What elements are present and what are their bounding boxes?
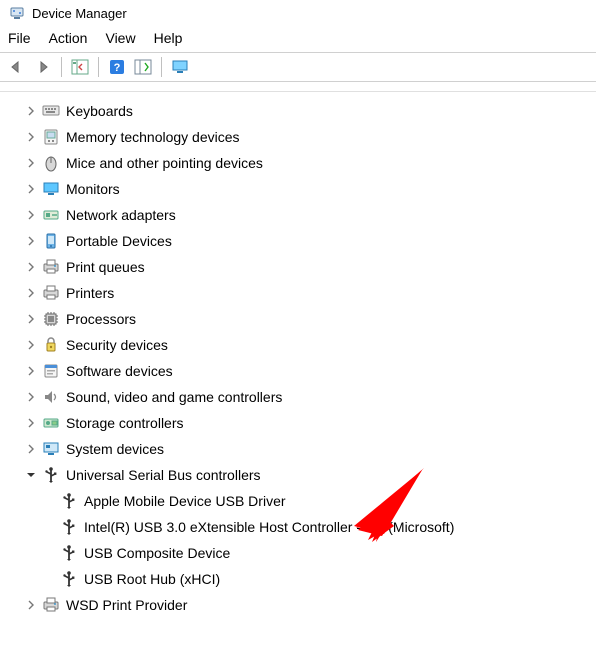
tree-node[interactable]: Keyboards: [4, 98, 596, 124]
tree-node[interactable]: Storage controllers: [4, 410, 596, 436]
mouse-icon: [42, 154, 60, 172]
expand-icon[interactable]: [24, 312, 38, 326]
tree-node[interactable]: Network adapters: [4, 202, 596, 228]
expand-icon[interactable]: [24, 208, 38, 222]
usb-icon: [60, 518, 78, 536]
tree-node-label: Processors: [64, 311, 136, 327]
app-icon: [8, 4, 26, 22]
tree-node[interactable]: Mice and other pointing devices: [4, 150, 596, 176]
tree-node[interactable]: WSD Print Provider: [4, 592, 596, 618]
software-icon: [42, 362, 60, 380]
menu-help[interactable]: Help: [154, 30, 183, 46]
tree-node-label: Portable Devices: [64, 233, 172, 249]
titlebar: Device Manager: [0, 0, 596, 26]
tree-node[interactable]: Printers: [4, 280, 596, 306]
tree-node[interactable]: Memory technology devices: [4, 124, 596, 150]
tree-node[interactable]: Security devices: [4, 332, 596, 358]
system-icon: [42, 440, 60, 458]
usb-icon: [60, 492, 78, 510]
tree-node-label: Printers: [64, 285, 114, 301]
tree-node-label: Keyboards: [64, 103, 133, 119]
content-separator: [0, 82, 596, 92]
storage-icon: [42, 414, 60, 432]
expand-icon[interactable]: [24, 104, 38, 118]
expand-icon[interactable]: [24, 598, 38, 612]
monitor-button[interactable]: [169, 56, 191, 78]
cpu-icon: [42, 310, 60, 328]
tree-child-node[interactable]: USB Composite Device: [4, 540, 596, 566]
tree-node-label: Intel(R) USB 3.0 eXtensible Host Control…: [82, 519, 454, 535]
tree-node-label: Storage controllers: [64, 415, 184, 431]
tree-node-label: Monitors: [64, 181, 120, 197]
toolbar-separator: [61, 57, 62, 77]
window-title: Device Manager: [32, 6, 127, 21]
security-icon: [42, 336, 60, 354]
back-button[interactable]: [6, 56, 28, 78]
menu-action[interactable]: Action: [49, 30, 88, 46]
tree-node[interactable]: Software devices: [4, 358, 596, 384]
expand-icon[interactable]: [24, 390, 38, 404]
svg-text:?: ?: [114, 62, 121, 74]
keyboard-icon: [42, 102, 60, 120]
tree-node[interactable]: Sound, video and game controllers: [4, 384, 596, 410]
tree-node-label: System devices: [64, 441, 164, 457]
tree-node[interactable]: Print queues: [4, 254, 596, 280]
expand-icon[interactable]: [24, 156, 38, 170]
usb-icon: [60, 570, 78, 588]
expand-icon[interactable]: [24, 130, 38, 144]
tree-node-label: Mice and other pointing devices: [64, 155, 263, 171]
expand-icon[interactable]: [24, 442, 38, 456]
expand-icon[interactable]: [24, 416, 38, 430]
sound-icon: [42, 388, 60, 406]
tree-node-label: WSD Print Provider: [64, 597, 187, 613]
toolbar-separator: [98, 57, 99, 77]
expand-icon[interactable]: [24, 234, 38, 248]
portable-icon: [42, 232, 60, 250]
tree-node-label: USB Composite Device: [82, 545, 230, 561]
tree-node-label: USB Root Hub (xHCI): [82, 571, 220, 587]
printer-icon: [42, 284, 60, 302]
tree-node-label: Universal Serial Bus controllers: [64, 467, 261, 483]
tree-node[interactable]: Processors: [4, 306, 596, 332]
tree-node-label: Memory technology devices: [64, 129, 240, 145]
expand-icon[interactable]: [24, 182, 38, 196]
printqueue-icon: [42, 258, 60, 276]
tree-node-label: Software devices: [64, 363, 173, 379]
menubar: File Action View Help: [0, 26, 596, 52]
collapse-icon[interactable]: [24, 468, 38, 482]
toolbar-separator: [161, 57, 162, 77]
tree-child-node[interactable]: Apple Mobile Device USB Driver: [4, 488, 596, 514]
monitor-icon: [42, 180, 60, 198]
tree-node-label: Network adapters: [64, 207, 176, 223]
tree-child-node[interactable]: USB Root Hub (xHCI): [4, 566, 596, 592]
tree-node-label: Apple Mobile Device USB Driver: [82, 493, 286, 509]
help-button[interactable]: ?: [106, 56, 128, 78]
printqueue-icon: [42, 596, 60, 614]
usb-icon: [60, 544, 78, 562]
show-hide-console-button[interactable]: [69, 56, 91, 78]
scan-hardware-button[interactable]: [132, 56, 154, 78]
expand-icon[interactable]: [24, 260, 38, 274]
tree-node-label: Print queues: [64, 259, 145, 275]
tree-child-node[interactable]: Intel(R) USB 3.0 eXtensible Host Control…: [4, 514, 596, 540]
tree-node-label: Sound, video and game controllers: [64, 389, 282, 405]
usb-icon: [42, 466, 60, 484]
netadapter-icon: [42, 206, 60, 224]
device-tree: Keyboards Memory technology devices Mice…: [0, 92, 596, 624]
expand-icon[interactable]: [24, 338, 38, 352]
memtech-icon: [42, 128, 60, 146]
tree-node-label: Security devices: [64, 337, 168, 353]
tree-node[interactable]: Universal Serial Bus controllers: [4, 462, 596, 488]
forward-button[interactable]: [32, 56, 54, 78]
menu-view[interactable]: View: [105, 30, 135, 46]
tree-node[interactable]: Portable Devices: [4, 228, 596, 254]
tree-node[interactable]: Monitors: [4, 176, 596, 202]
expand-icon[interactable]: [24, 286, 38, 300]
menu-file[interactable]: File: [8, 30, 31, 46]
expand-icon[interactable]: [24, 364, 38, 378]
toolbar: ?: [0, 52, 596, 82]
tree-node[interactable]: System devices: [4, 436, 596, 462]
